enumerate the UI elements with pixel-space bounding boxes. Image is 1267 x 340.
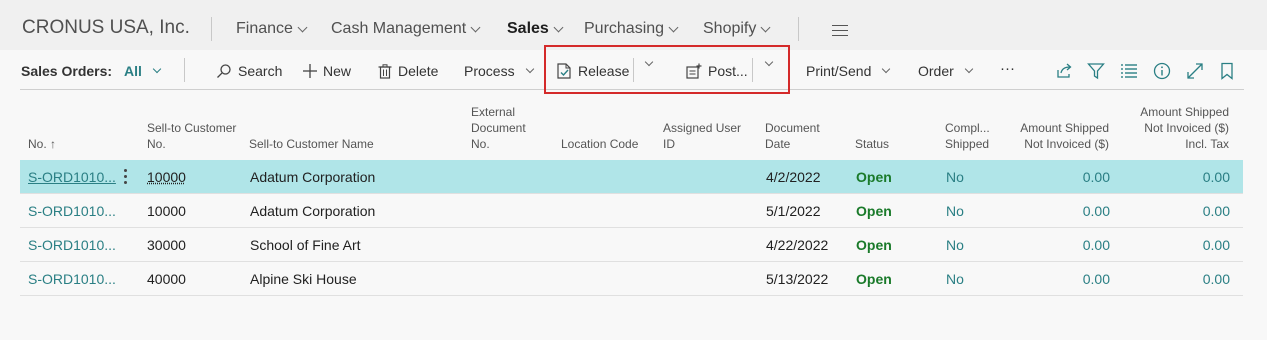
top-navigation: CRONUS USA, Inc. Finance Cash Management…: [0, 0, 1267, 50]
completely-shipped-cell: No: [946, 237, 964, 253]
chevron-down-icon: [760, 22, 771, 32]
post-more-dropdown[interactable]: [760, 57, 774, 67]
customer-no-cell[interactable]: 30000: [147, 237, 186, 253]
expand-icon[interactable]: [1185, 61, 1205, 81]
order-number-link[interactable]: S-ORD1010...: [28, 237, 116, 253]
view-filter-dropdown[interactable]: All: [124, 63, 162, 79]
column-header-document-date[interactable]: Document Date: [765, 120, 830, 152]
customer-name-cell: School of Fine Art: [250, 237, 361, 253]
chevron-down-icon: [964, 64, 974, 74]
action-divider: [184, 58, 185, 82]
action-divider: [752, 58, 753, 82]
customer-no-cell[interactable]: 40000: [147, 271, 186, 287]
customer-no-cell[interactable]: 10000: [147, 203, 186, 219]
page-label: Sales Orders:: [21, 63, 113, 79]
nav-shopify[interactable]: Shopify: [703, 20, 771, 38]
action-bar: Sales Orders: All Search New Delete Proc…: [20, 45, 1244, 94]
new-button[interactable]: New: [303, 63, 351, 79]
table-row[interactable]: S-ORD1010... 40000 Alpine Ski House 5/13…: [20, 262, 1243, 296]
nav-cash-management[interactable]: Cash Management: [331, 20, 481, 38]
customer-name-cell: Alpine Ski House: [250, 271, 357, 287]
content-panel: Sales Orders: All Search New Delete Proc…: [0, 45, 1267, 340]
chevron-down-icon: [297, 22, 308, 32]
order-menu[interactable]: Order: [918, 63, 974, 79]
nav-purchasing[interactable]: Purchasing: [584, 20, 679, 38]
delete-button[interactable]: Delete: [378, 63, 438, 79]
trash-icon: [378, 63, 392, 79]
chevron-down-icon: [152, 64, 162, 74]
action-divider: [633, 58, 634, 82]
completely-shipped-cell: No: [946, 169, 964, 185]
status-cell: Open: [856, 271, 892, 287]
customer-no-cell[interactable]: 10000: [147, 169, 186, 185]
bookmark-icon[interactable]: [1217, 61, 1237, 81]
chevron-down-icon: [668, 22, 679, 32]
amount-shipped-incl-tax-cell[interactable]: 0.00: [1130, 203, 1230, 219]
amount-shipped-cell[interactable]: 0.00: [1010, 237, 1110, 253]
document-date-cell: 4/22/2022: [766, 237, 829, 253]
column-header-amount-shipped-not-invoiced-incl-tax[interactable]: Amount Shipped Not Invoiced ($) Incl. Ta…: [1128, 104, 1229, 152]
column-header-external-document-no[interactable]: External Document No.: [471, 104, 541, 152]
status-cell: Open: [856, 203, 892, 219]
column-header-sell-to-customer-no[interactable]: Sell-to Customer No.: [147, 120, 237, 152]
nav-sales[interactable]: Sales: [507, 20, 564, 38]
amount-shipped-incl-tax-cell[interactable]: 0.00: [1130, 237, 1230, 253]
nav-divider: [798, 17, 799, 41]
completely-shipped-cell: No: [946, 271, 964, 287]
amount-shipped-cell[interactable]: 0.00: [1010, 203, 1110, 219]
status-cell: Open: [856, 169, 892, 185]
hamburger-menu-icon[interactable]: [832, 25, 848, 36]
customer-name-cell: Adatum Corporation: [250, 169, 376, 185]
document-date-cell: 5/1/2022: [766, 203, 821, 219]
amount-shipped-cell[interactable]: 0.00: [1010, 169, 1110, 185]
column-header-assigned-user-id[interactable]: Assigned User ID: [663, 120, 748, 152]
release-button[interactable]: Release: [557, 63, 629, 79]
print-send-menu[interactable]: Print/Send: [806, 63, 891, 79]
filter-icon[interactable]: [1086, 61, 1106, 81]
order-number-link[interactable]: S-ORD1010...: [28, 203, 116, 219]
post-button[interactable]: Post...: [686, 63, 748, 79]
column-header-sell-to-customer-name[interactable]: Sell-to Customer Name: [249, 136, 409, 152]
company-name[interactable]: CRONUS USA, Inc.: [22, 17, 190, 39]
order-number-link[interactable]: S-ORD1010...: [28, 271, 116, 287]
nav-finance[interactable]: Finance: [236, 20, 308, 38]
release-more-dropdown[interactable]: [640, 57, 654, 67]
release-document-icon: [557, 63, 571, 79]
column-header-status[interactable]: Status: [855, 136, 905, 152]
column-header-completely-shipped[interactable]: Compl... Shipped: [945, 120, 995, 152]
table-row[interactable]: S-ORD1010... 10000 Adatum Corporation 4/…: [20, 160, 1243, 194]
plus-icon: [303, 64, 317, 78]
chevron-down-icon: [470, 22, 481, 32]
chevron-down-icon: [525, 64, 534, 74]
row-actions-icon[interactable]: [124, 169, 128, 185]
search-icon: [217, 64, 231, 78]
post-document-icon: [686, 63, 702, 79]
process-menu[interactable]: Process: [464, 63, 534, 79]
column-header-no[interactable]: No. ↑: [28, 136, 88, 152]
search-button[interactable]: Search: [216, 63, 282, 79]
customer-name-cell: Adatum Corporation: [250, 203, 376, 219]
column-header-amount-shipped-not-invoiced[interactable]: Amount Shipped Not Invoiced ($): [1003, 120, 1109, 152]
document-date-cell: 5/13/2022: [766, 271, 829, 287]
table-row[interactable]: S-ORD1010... 30000 School of Fine Art 4/…: [20, 228, 1243, 262]
amount-shipped-cell[interactable]: 0.00: [1010, 271, 1110, 287]
table-row[interactable]: S-ORD1010... 10000 Adatum Corporation 5/…: [20, 194, 1243, 228]
chevron-down-icon: [553, 22, 564, 32]
document-date-cell: 4/2/2022: [766, 169, 821, 185]
status-cell: Open: [856, 237, 892, 253]
amount-shipped-incl-tax-cell[interactable]: 0.00: [1130, 169, 1230, 185]
more-options-button[interactable]: ···: [1000, 60, 1015, 77]
order-number-link[interactable]: S-ORD1010...: [28, 169, 116, 185]
info-icon[interactable]: [1152, 61, 1172, 81]
chevron-down-icon: [882, 64, 891, 74]
list-view-icon[interactable]: [1119, 61, 1139, 81]
nav-divider: [211, 17, 212, 41]
share-icon[interactable]: [1054, 61, 1074, 81]
completely-shipped-cell: No: [946, 203, 964, 219]
amount-shipped-incl-tax-cell[interactable]: 0.00: [1130, 271, 1230, 287]
column-header-location-code[interactable]: Location Code: [561, 136, 651, 152]
